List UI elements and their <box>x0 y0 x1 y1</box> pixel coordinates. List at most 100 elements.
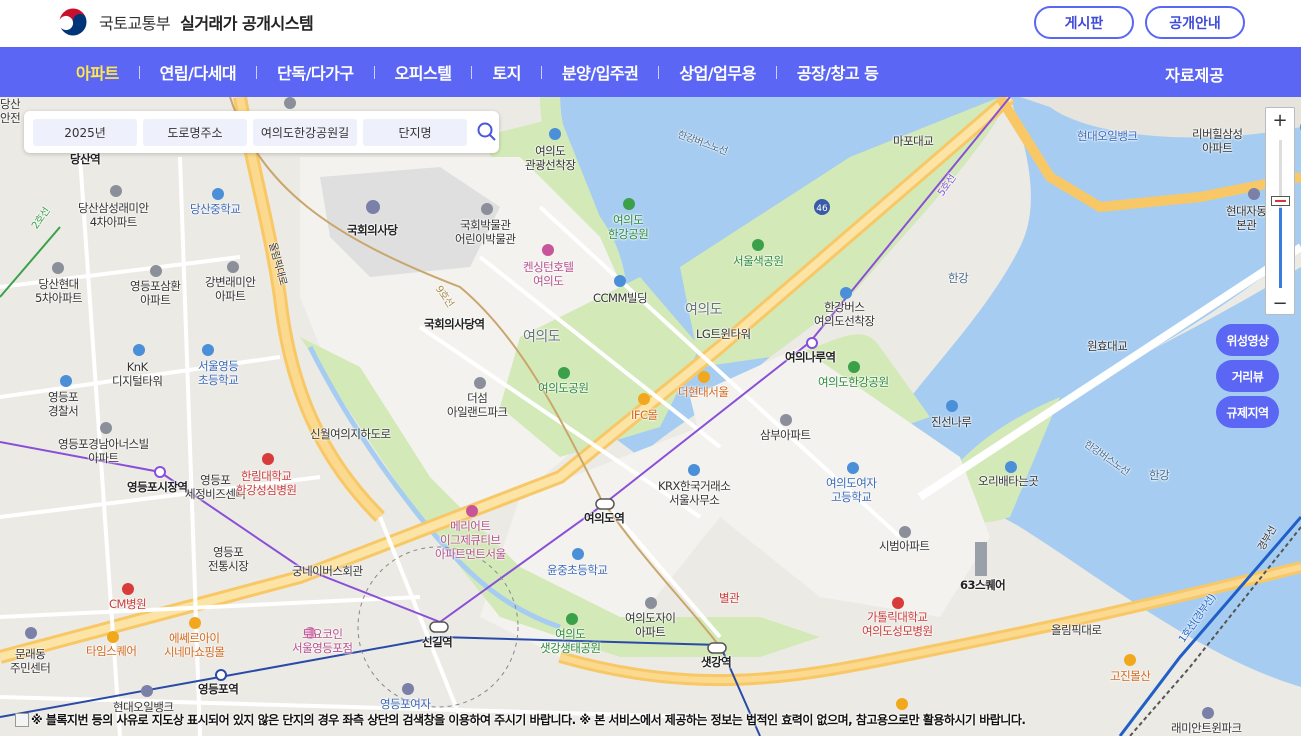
map-label: 영등포경남아너스빌 아파트 <box>58 437 149 465</box>
map-label: 가톨릭대학교 여의도성모병원 <box>862 610 933 638</box>
zoom-level-fill <box>1279 208 1282 288</box>
nav-row-house[interactable]: 연립/다세대 <box>160 60 237 84</box>
map-label: 국회의사당 <box>347 223 398 237</box>
zoom-in-button[interactable]: + <box>1266 108 1294 132</box>
map-label: 원효대교 <box>1087 339 1128 353</box>
nav-divider <box>256 65 258 79</box>
nav-divider <box>540 65 542 79</box>
nav-factory[interactable]: 공장/창고 등 <box>797 60 879 84</box>
nav-divider <box>658 65 660 79</box>
map-label: KnK 디지털타워 <box>112 360 163 388</box>
nav-land[interactable]: 토지 <box>492 60 521 84</box>
year-select[interactable]: 2025년 <box>33 118 137 146</box>
nav-divider <box>373 65 375 79</box>
map-label: 더현대서울 <box>678 385 729 399</box>
map-label: 여의도 관광선착장 <box>525 144 576 172</box>
map-label: 당산현대 5차아파트 <box>35 277 83 305</box>
road-address-select[interactable]: 도로명주소 <box>143 118 247 146</box>
complex-name-select[interactable]: 단지명 <box>363 118 467 146</box>
map-label: 현대오일뱅크 <box>1077 129 1138 143</box>
zoom-slider-handle[interactable] <box>1271 196 1290 206</box>
map-label: 신길역 <box>422 635 453 649</box>
map-label: 별관 <box>719 591 740 605</box>
map-label: 서울영등 초등학교 <box>198 359 239 387</box>
map-label: 영등포시장역 <box>127 480 188 494</box>
map-label: 더섬 아일랜드파크 <box>447 391 508 419</box>
map-label: 메리어트 이그제큐티브 아파트먼트서울 <box>435 519 506 561</box>
nav-officetel[interactable]: 오피스텔 <box>395 60 452 84</box>
map-label: 한강 <box>948 271 969 285</box>
map-label: 에쎄르아이 시네마쇼핑몰 <box>164 631 225 659</box>
map-label: 당산 안전 <box>0 97 21 125</box>
regulation-area-button[interactable]: 규제지역 <box>1216 396 1279 428</box>
map-label: 한강버스 여의도선착장 <box>814 300 875 328</box>
svg-text:46: 46 <box>816 204 828 214</box>
board-button[interactable]: 게시판 <box>1034 6 1134 39</box>
map-label: CM병원 <box>109 597 147 611</box>
top-header: 국토교통부 실거래가 공개시스템 게시판 공개안내 <box>0 0 1301 47</box>
map-label: 당산역 <box>70 152 101 166</box>
disclosure-guide-button[interactable]: 공개안내 <box>1145 6 1245 39</box>
nav-commercial[interactable]: 상업/업무용 <box>679 60 756 84</box>
map-label: 국회박물관 어린이박물관 <box>455 218 516 246</box>
map-canvas[interactable]: 46 당산 안전 당산역 당산삼성래미안 4차아파트 당산중학교 당산현대 5차… <box>0 97 1301 736</box>
map-label: 켄싱턴호텔 여의도 <box>523 260 574 288</box>
nav-divider <box>471 65 473 79</box>
nav-divider <box>775 65 777 79</box>
map-label: 오리배타는곳 <box>978 474 1039 488</box>
map-label: 신월여의지하도로 <box>310 427 391 441</box>
satellite-view-button[interactable]: 위성영상 <box>1216 324 1279 356</box>
map-label: 영등포 경찰서 <box>48 390 79 418</box>
nav-divider <box>138 65 140 79</box>
system-title: 실거래가 공개시스템 <box>180 14 314 33</box>
search-icon[interactable] <box>477 122 497 142</box>
map-label: 한강 <box>1149 468 1170 482</box>
data-provision-link[interactable]: 자료제공 <box>1165 62 1224 86</box>
map-label: 토요코인 서울영등포점 <box>292 627 353 655</box>
map-label: 서울색공원 <box>733 254 784 268</box>
nav-apartment[interactable]: 아파트 <box>76 60 119 84</box>
map-label: 윤중초등학교 <box>547 563 608 577</box>
taegeuk-logo-icon <box>55 4 91 40</box>
notice-text: ※ 블록지번 등의 사유로 지도상 표시되어 있지 않은 단지의 경우 좌측 상… <box>31 713 1026 727</box>
broken-image-icon <box>15 712 29 727</box>
map-label: 영등포삼환 아파트 <box>130 279 181 307</box>
map-label: LG트윈타워 <box>696 327 751 341</box>
zoom-control: + − <box>1265 107 1295 315</box>
map-label: 여의도 <box>685 302 723 318</box>
map-label: 여의도 <box>523 329 561 345</box>
map-label: 샛강역 <box>701 655 732 669</box>
map-label: 여의도 한강공원 <box>608 213 649 241</box>
map-label: 여의도공원 <box>538 381 589 395</box>
search-bar: 2025년 도로명주소 여의도한강공원길 단지명 <box>24 111 499 153</box>
map-label: 현대자동 본관 <box>1226 204 1267 232</box>
molit-logo[interactable]: 국토교통부 실거래가 공개시스템 <box>55 4 314 40</box>
main-nav: 아파트 연립/다세대 단독/다가구 오피스텔 토지 분양/입주권 상업/업무용 … <box>0 47 1301 97</box>
map-label: 당산중학교 <box>190 202 241 216</box>
map-label: 리버힐삼성 아파트 <box>1192 127 1243 155</box>
map-label: 래미안트윈파크 <box>1171 721 1242 735</box>
map-label: 여의도 샛강생태공원 <box>540 627 601 655</box>
nav-presale[interactable]: 분양/입주권 <box>562 60 639 84</box>
map-label: 진선나루 <box>931 415 972 429</box>
map-label: 여의도역 <box>584 511 625 525</box>
map-label: 궁네이버스회관 <box>292 564 363 578</box>
zoom-out-button[interactable]: − <box>1266 291 1294 315</box>
map-label: 고진몰산 <box>1110 669 1151 683</box>
map-label: 영등포여자 <box>380 697 431 711</box>
map-label: 여의도여자 고등학교 <box>826 476 877 504</box>
ministry-name: 국토교통부 <box>99 14 171 33</box>
map-notice: ※ 블록지번 등의 사유로 지도상 표시되어 있지 않은 단지의 경우 좌측 상… <box>15 711 1026 728</box>
nav-detached-house[interactable]: 단독/다가구 <box>277 60 354 84</box>
map-label: 한림대학교 한강성심병원 <box>236 469 297 497</box>
map-label: 영등포 전통시장 <box>208 545 249 573</box>
map-label: CCMM빌딩 <box>593 291 648 305</box>
map-label: KRX한국거래소 서울사무소 <box>658 479 731 507</box>
place-select[interactable]: 여의도한강공원길 <box>253 118 357 146</box>
street-view-button[interactable]: 거리뷰 <box>1216 360 1279 392</box>
map-label: 영등포역 <box>198 682 239 696</box>
map-label: 문래동 주민센터 <box>10 647 51 675</box>
map-label: 63스퀘어 <box>960 578 1006 592</box>
map-label: IFC몰 <box>631 408 658 422</box>
map-label: 타임스퀘어 <box>86 644 137 658</box>
